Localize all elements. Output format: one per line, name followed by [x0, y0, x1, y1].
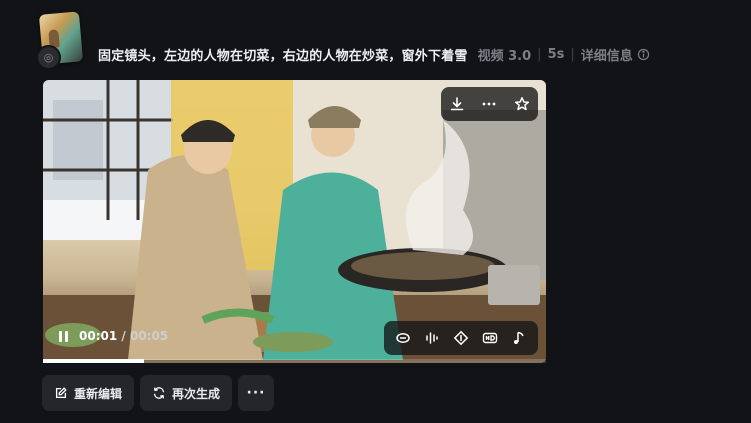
more-icon	[483, 102, 496, 106]
edit-icon	[55, 387, 67, 399]
regenerate-button[interactable]: 再次生成	[140, 375, 233, 411]
favorite-button[interactable]	[511, 93, 533, 115]
details-link[interactable]: 详细信息	[581, 45, 650, 64]
total-time: 00:05	[129, 329, 169, 343]
progress-fill	[43, 359, 144, 363]
re-edit-button[interactable]: 重新编辑	[42, 375, 135, 411]
regenerate-label: 再次生成	[172, 386, 221, 401]
divider: |	[570, 46, 575, 62]
audio-wave-icon	[426, 332, 438, 344]
progress-bar[interactable]	[43, 359, 546, 363]
playback-controls: 00:01 / 00:05	[56, 329, 168, 343]
video-top-toolbar	[441, 87, 538, 121]
duration-label: 5s	[547, 46, 565, 62]
frame-interp-button[interactable]	[450, 327, 472, 349]
loop-button[interactable]	[392, 327, 414, 349]
audio-button[interactable]	[421, 327, 443, 349]
video-bottom-toolbar	[384, 321, 538, 355]
details-label: 详细信息	[580, 48, 633, 64]
refresh-icon	[153, 387, 165, 399]
re-edit-label: 重新编辑	[74, 386, 123, 401]
hd-icon	[482, 332, 498, 344]
prompt-row: 固定镜头，左边的人物在切菜，右边的人物在炒菜，窗外下着雪 视频 3.0 | 5s…	[98, 43, 650, 65]
divider: |	[537, 46, 542, 62]
more-options-button[interactable]	[478, 93, 500, 115]
current-time: 00:01 / 00:05	[79, 329, 169, 343]
more-actions-button[interactable]: ···	[238, 375, 275, 411]
model-label: 视频 3.0	[477, 48, 532, 64]
hd-button[interactable]	[479, 327, 501, 349]
frame-interp-icon	[453, 330, 469, 346]
info-icon	[637, 48, 649, 60]
prompt-text: 固定镜头，左边的人物在切菜，右边的人物在炒菜，窗外下着雪	[98, 48, 468, 64]
music-button[interactable]	[508, 327, 530, 349]
action-buttons: 重新编辑 再次生成 ···	[42, 375, 275, 411]
more-label: ···	[246, 385, 266, 401]
loop-icon	[395, 333, 410, 343]
avatar-badge: ◎	[36, 45, 61, 70]
star-icon	[514, 97, 529, 111]
pause-icon[interactable]	[56, 329, 70, 343]
music-icon	[514, 331, 525, 344]
download-icon	[450, 97, 464, 111]
download-button[interactable]	[446, 93, 468, 115]
